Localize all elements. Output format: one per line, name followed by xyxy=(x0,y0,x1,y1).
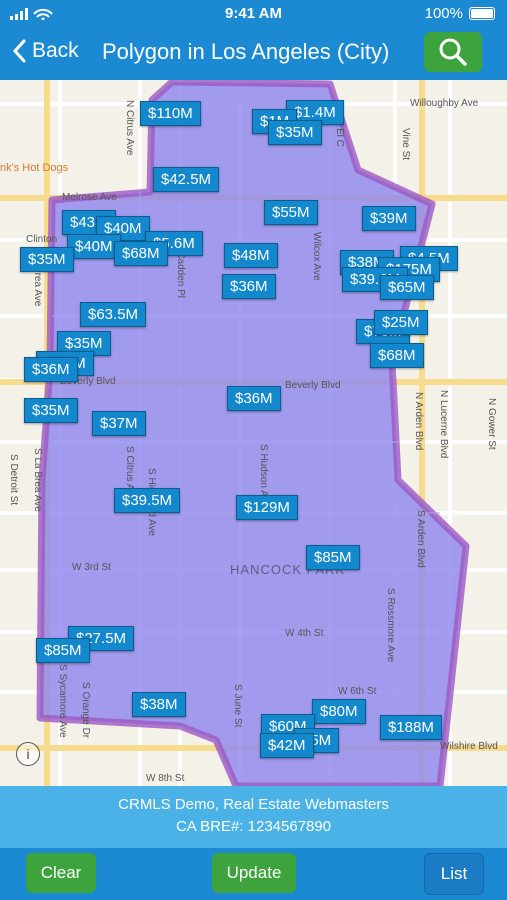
price-pin[interactable]: $85M xyxy=(306,545,360,570)
price-pin[interactable]: $42.5M xyxy=(153,167,220,192)
price-pin[interactable]: $42M xyxy=(260,733,314,758)
price-pin[interactable]: $36M xyxy=(24,357,78,382)
bottom-toolbar: Clear Update List xyxy=(0,848,507,900)
price-pin[interactable]: $38M xyxy=(132,692,186,717)
street-label: S Rossmore Ave xyxy=(385,588,396,663)
price-pin[interactable]: $25M xyxy=(374,310,428,335)
back-button[interactable]: Back xyxy=(12,39,79,63)
price-pin[interactable]: $36M xyxy=(222,274,276,299)
street-label: S Detroit St xyxy=(8,454,19,506)
battery-indicator: 100% xyxy=(425,5,495,22)
price-pin[interactable]: $188M xyxy=(380,715,442,740)
search-icon xyxy=(439,38,467,66)
price-pin[interactable]: $110M xyxy=(140,101,201,126)
street-label: N Citrus Ave xyxy=(124,100,135,156)
price-pin[interactable]: $65M xyxy=(380,275,434,300)
street-label: W 3rd St xyxy=(72,562,111,573)
street-label: El C xyxy=(334,128,345,147)
street-label: N Lucerne Blvd xyxy=(438,390,449,459)
price-pin[interactable]: $36M xyxy=(227,386,281,411)
street-label: Wilshire Blvd xyxy=(440,741,498,752)
footer: CRMLS Demo, Real Estate Webmasters CA BR… xyxy=(0,786,507,848)
street-label: W 8th St xyxy=(146,773,185,784)
street-label: Beverly Blvd xyxy=(285,380,341,391)
street-label: Clinton xyxy=(26,234,58,245)
price-pin[interactable]: $129M xyxy=(236,495,298,520)
info-icon[interactable]: i xyxy=(16,742,40,766)
price-pin[interactable]: $39M xyxy=(362,206,416,231)
back-label: Back xyxy=(32,39,79,62)
street-label: W 4th St xyxy=(285,628,324,639)
nav-bar: Back Polygon in Los Angeles (City) xyxy=(0,26,507,80)
price-pin[interactable]: $68M xyxy=(370,343,424,368)
price-pin[interactable]: $68M xyxy=(114,241,168,266)
price-pin[interactable]: $63.5M xyxy=(80,302,147,327)
price-pin[interactable]: $55M xyxy=(264,200,318,225)
price-pin[interactable]: $35M xyxy=(24,398,78,423)
battery-icon xyxy=(469,7,495,20)
street-label: Wilcox Ave xyxy=(311,232,322,281)
street-label: S Arden Blvd xyxy=(415,510,426,568)
street-label: Vine St xyxy=(400,128,411,161)
price-pin[interactable]: $85M xyxy=(36,638,90,663)
street-label: W 6th St xyxy=(338,686,377,697)
page-title: Polygon in Los Angeles (City) xyxy=(102,39,390,64)
price-pin[interactable]: $35M xyxy=(20,247,74,272)
price-pin[interactable]: $48M xyxy=(224,243,278,268)
status-bar: 9:41 AM 100% xyxy=(0,0,507,26)
street-label: N Arden Blvd xyxy=(413,392,424,451)
search-button[interactable] xyxy=(424,32,482,72)
price-pin[interactable]: $37M xyxy=(92,411,146,436)
map-base xyxy=(0,80,507,786)
price-pin[interactable]: $35M xyxy=(268,120,322,145)
map-view[interactable]: Willoughby Ave nk's Hot Dogs Melrose Ave… xyxy=(0,80,507,786)
update-button[interactable]: Update xyxy=(212,853,296,893)
street-label: Willoughby Ave xyxy=(410,98,479,109)
street-label: S Sycamore Ave xyxy=(57,664,68,738)
chevron-left-icon xyxy=(12,39,26,63)
street-label: S La Brea Ave xyxy=(32,448,43,512)
clear-button[interactable]: Clear xyxy=(26,853,96,893)
street-label: S Orange Dr xyxy=(80,682,91,739)
price-pin[interactable]: $80M xyxy=(312,699,366,724)
battery-percent: 100% xyxy=(424,5,463,22)
price-pin[interactable]: $40M xyxy=(67,234,121,259)
street-label: Melrose Ave xyxy=(62,192,117,203)
footer-company: CRMLS Demo, Real Estate Webmasters xyxy=(118,796,389,813)
footer-license: CA BRE#: 1234567890 xyxy=(175,818,332,835)
price-pin[interactable]: $39.5M xyxy=(114,488,181,513)
street-label: N Gower St xyxy=(486,398,497,450)
list-button[interactable]: List xyxy=(424,853,484,895)
street-label: S June St xyxy=(232,684,243,728)
poi-label: nk's Hot Dogs xyxy=(0,162,69,174)
